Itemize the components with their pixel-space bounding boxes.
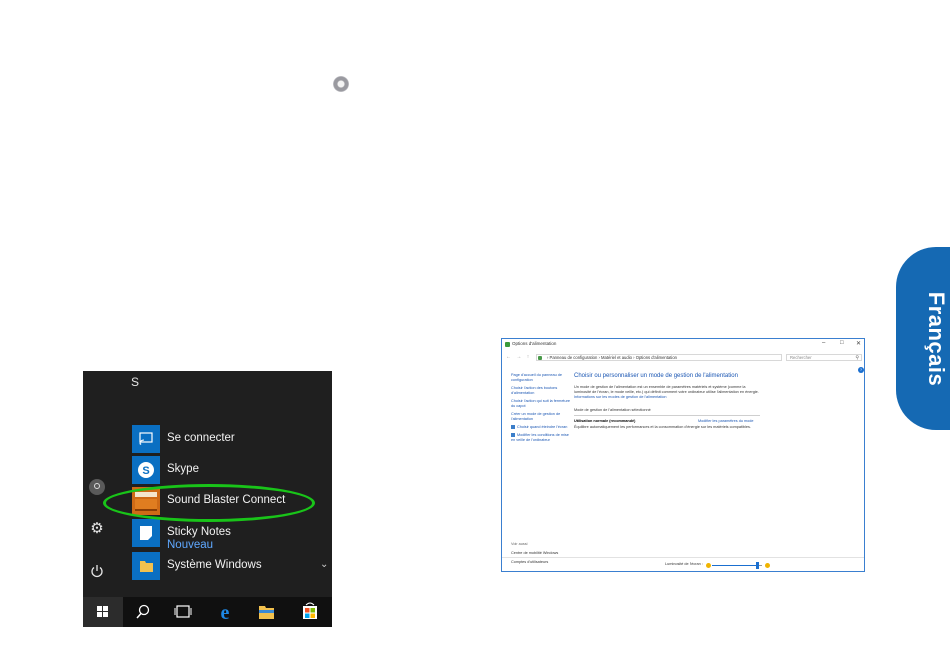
store-icon[interactable] <box>290 597 330 627</box>
left-link[interactable]: Choisir quand éteindre l'écran <box>511 425 571 430</box>
search-input[interactable]: Rechercher <box>786 354 862 361</box>
folder-icon <box>132 552 160 580</box>
left-link[interactable]: Choisir l'action qui suit la fermeture d… <box>511 399 571 409</box>
close-icon[interactable]: ✕ <box>856 340 861 347</box>
skype-icon: S <box>132 456 160 484</box>
plan-radio[interactable]: Utilisation normale (recommandé) <box>574 419 635 423</box>
section-letter[interactable]: S <box>131 375 139 389</box>
app-systeme-windows[interactable]: Système Windows ⌄ <box>132 552 332 582</box>
svg-text:S: S <box>142 465 149 477</box>
slider-thumb[interactable] <box>755 562 759 569</box>
app-label: Système Windows <box>167 559 262 571</box>
taskbar: e <box>83 597 332 627</box>
maximize-icon[interactable]: □ <box>840 340 844 346</box>
divider <box>574 415 760 416</box>
app-new-badge: Nouveau <box>167 539 214 551</box>
app-label: Se connecter <box>167 432 235 444</box>
app-se-connecter[interactable]: Se connecter <box>132 425 332 455</box>
language-tab-label: Français <box>924 291 949 387</box>
plans-label: Mode de gestion de l'alimentation sélect… <box>574 408 651 412</box>
power-options-icon <box>505 342 510 347</box>
see-also-link[interactable]: Comptes d'utilisateurs <box>511 560 548 564</box>
page-description: Un mode de gestion de l'alimentation est… <box>574 385 759 399</box>
sun-high-icon <box>765 563 770 568</box>
windows-start-icon[interactable] <box>83 597 123 627</box>
shield-icon <box>511 425 515 429</box>
file-explorer-icon[interactable] <box>246 597 286 627</box>
see-also-label: Voir aussi <box>511 542 528 546</box>
edge-icon[interactable]: e <box>205 597 245 627</box>
power-options-window: Options d'alimentation – □ ✕ ← → ↑ › Pan… <box>501 338 865 572</box>
app-sticky-notes[interactable]: Sticky Notes Nouveau <box>132 519 332 551</box>
task-view-icon[interactable] <box>163 597 203 627</box>
left-links: Page d'accueil du panneau de configurati… <box>511 373 571 446</box>
page-title: Choisir ou personnaliser un mode de gest… <box>574 373 738 379</box>
user-avatar-icon[interactable] <box>89 479 105 495</box>
minimize-icon[interactable]: – <box>822 340 825 346</box>
breadcrumb[interactable]: › Panneau de configuration › Matériel et… <box>536 354 782 361</box>
chevron-down-icon[interactable]: ⌄ <box>320 559 328 570</box>
divider <box>502 557 864 558</box>
left-link[interactable]: Créer un mode de gestion de l'alimentati… <box>511 412 571 422</box>
see-also-link[interactable]: Centre de mobilité Windows <box>511 551 558 555</box>
left-link[interactable]: Choisir l'action des boutons d'alimentat… <box>511 386 571 396</box>
app-skype[interactable]: S Skype <box>132 456 332 486</box>
app-label: Sticky Notes <box>167 526 231 538</box>
brightness-label: Luminosité de l'écran : <box>665 562 703 566</box>
shield-icon <box>511 433 515 437</box>
window-title: Options d'alimentation <box>512 341 557 346</box>
left-link[interactable]: Modifier les conditions de mise en veill… <box>511 433 571 443</box>
start-menu-rail: ⚙ <box>83 371 111 597</box>
highlight-ellipse <box>103 484 315 522</box>
sun-low-icon <box>706 563 711 568</box>
gear-icon <box>333 76 349 92</box>
plan-settings-link[interactable]: Modifier les paramètres du mode <box>698 419 754 423</box>
sticky-notes-icon <box>132 519 160 547</box>
language-tab: Français <box>896 247 950 430</box>
svg-text:e: e <box>221 602 230 624</box>
window-titlebar: Options d'alimentation – □ ✕ <box>502 339 864 351</box>
power-icon[interactable] <box>89 563 105 579</box>
plan-description: Équilibre automatiquement les performanc… <box>574 425 751 429</box>
left-link[interactable]: Page d'accueil du panneau de configurati… <box>511 373 571 383</box>
search-icon[interactable] <box>123 597 163 627</box>
address-bar: ← → ↑ › Panneau de configuration › Matér… <box>502 352 864 364</box>
settings-gear-icon[interactable]: ⚙ <box>89 521 105 537</box>
brightness-slider[interactable] <box>712 562 762 569</box>
help-icon[interactable]: ? <box>858 367 864 373</box>
connect-icon <box>132 425 160 453</box>
nav-arrows-icon[interactable]: ← → ↑ <box>506 354 531 360</box>
info-link[interactable]: Informations sur les modes de gestion de… <box>574 395 667 399</box>
app-label: Skype <box>167 463 199 475</box>
